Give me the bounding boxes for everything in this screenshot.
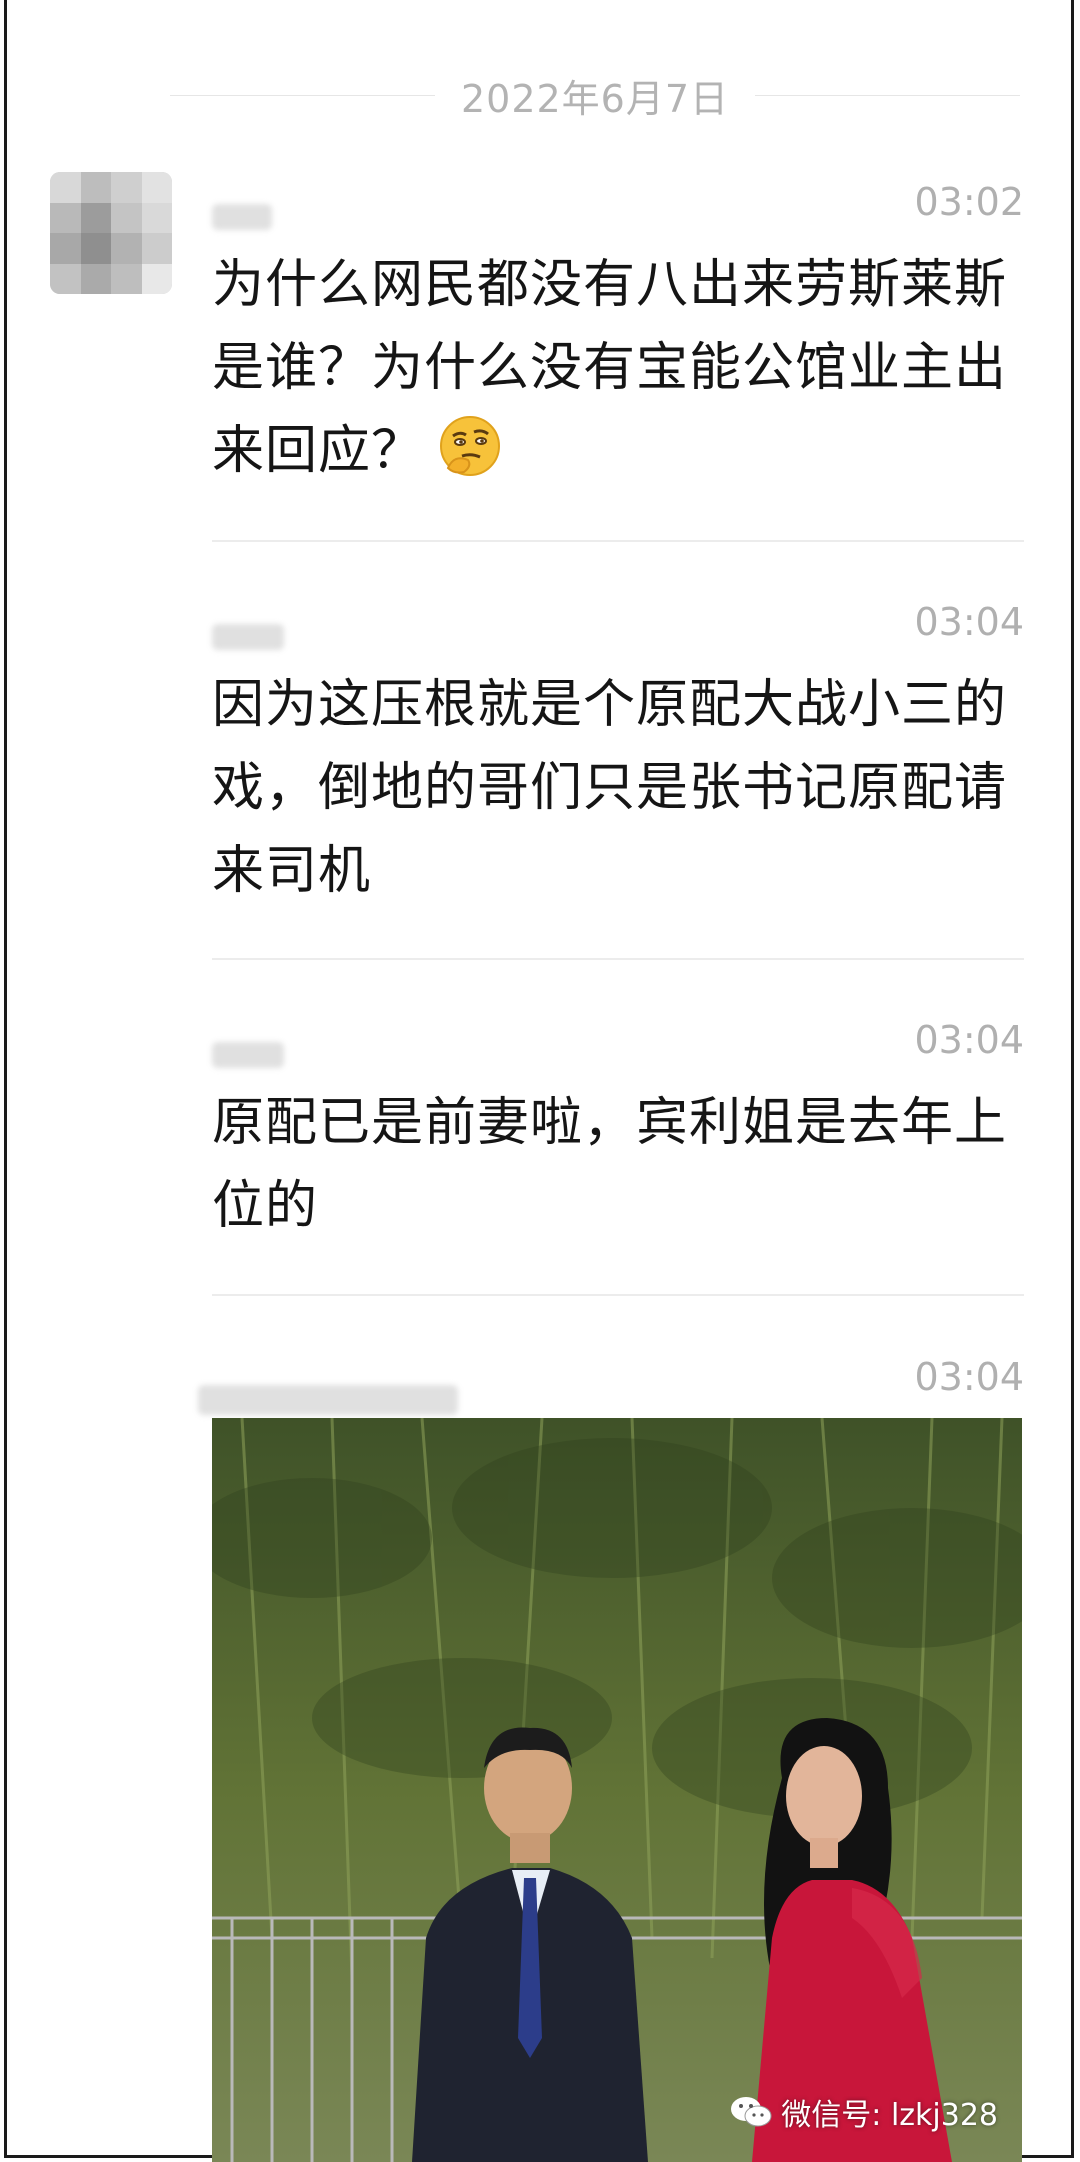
message-time: 03:02 <box>914 180 1024 224</box>
message-time: 03:04 <box>914 1355 1024 1399</box>
message-header: 03:04 <box>212 600 1024 660</box>
message-time: 03:04 <box>914 600 1024 644</box>
message-divider <box>212 1294 1024 1296</box>
message-divider <box>212 958 1024 960</box>
date-line-left <box>170 94 435 96</box>
sender-name-blurred <box>212 624 284 650</box>
sender-avatar[interactable] <box>50 172 172 294</box>
thinking-emoji-icon <box>440 416 501 476</box>
watermark: 微信号: lzkj328 <box>729 2090 998 2134</box>
message-header: 03:02 <box>212 180 1024 240</box>
message-text: 为什么网民都没有八出来劳斯莱斯是谁？为什么没有宝能公馆业主出来回应？ <box>212 255 1008 481</box>
date-separator: 2022年6月7日 <box>170 70 1020 121</box>
message-photo[interactable]: 微信号: lzkj328 <box>212 1418 1022 2162</box>
watermark-text: 微信号: lzkj328 <box>781 2098 998 2133</box>
date-label: 2022年6月7日 <box>460 76 730 121</box>
message-text: 原配已是前妻啦，宾利姐是去年上位的 <box>212 1093 1008 1236</box>
sender-name-blurred <box>212 204 272 230</box>
date-line-right <box>755 94 1020 96</box>
photo-scene <box>212 1418 1022 2162</box>
message-text: 因为这压根就是个原配大战小三的戏，倒地的哥们只是张书记原配请来司机 <box>212 675 1008 901</box>
wechat-icon <box>731 2097 772 2127</box>
sender-name-blurred <box>212 1042 284 1068</box>
message-item[interactable]: 03:04 因为这压根就是个原配大战小三的戏，倒地的哥们只是张书记原配请来司机 <box>212 600 1024 913</box>
message-header: 03:04 <box>198 1355 1024 1415</box>
message-item[interactable]: 03:04 原配已是前妻啦，宾利姐是去年上位的 <box>212 1018 1024 1248</box>
message-time: 03:04 <box>914 1018 1024 1062</box>
sender-name-blurred <box>198 1385 458 1415</box>
message-header: 03:04 <box>212 1018 1024 1078</box>
message-divider <box>212 540 1024 542</box>
message-item[interactable]: 03:04 <box>198 1355 1024 1415</box>
message-item[interactable]: 03:02 为什么网民都没有八出来劳斯莱斯是谁？为什么没有宝能公馆业主出来回应？ <box>212 180 1024 493</box>
